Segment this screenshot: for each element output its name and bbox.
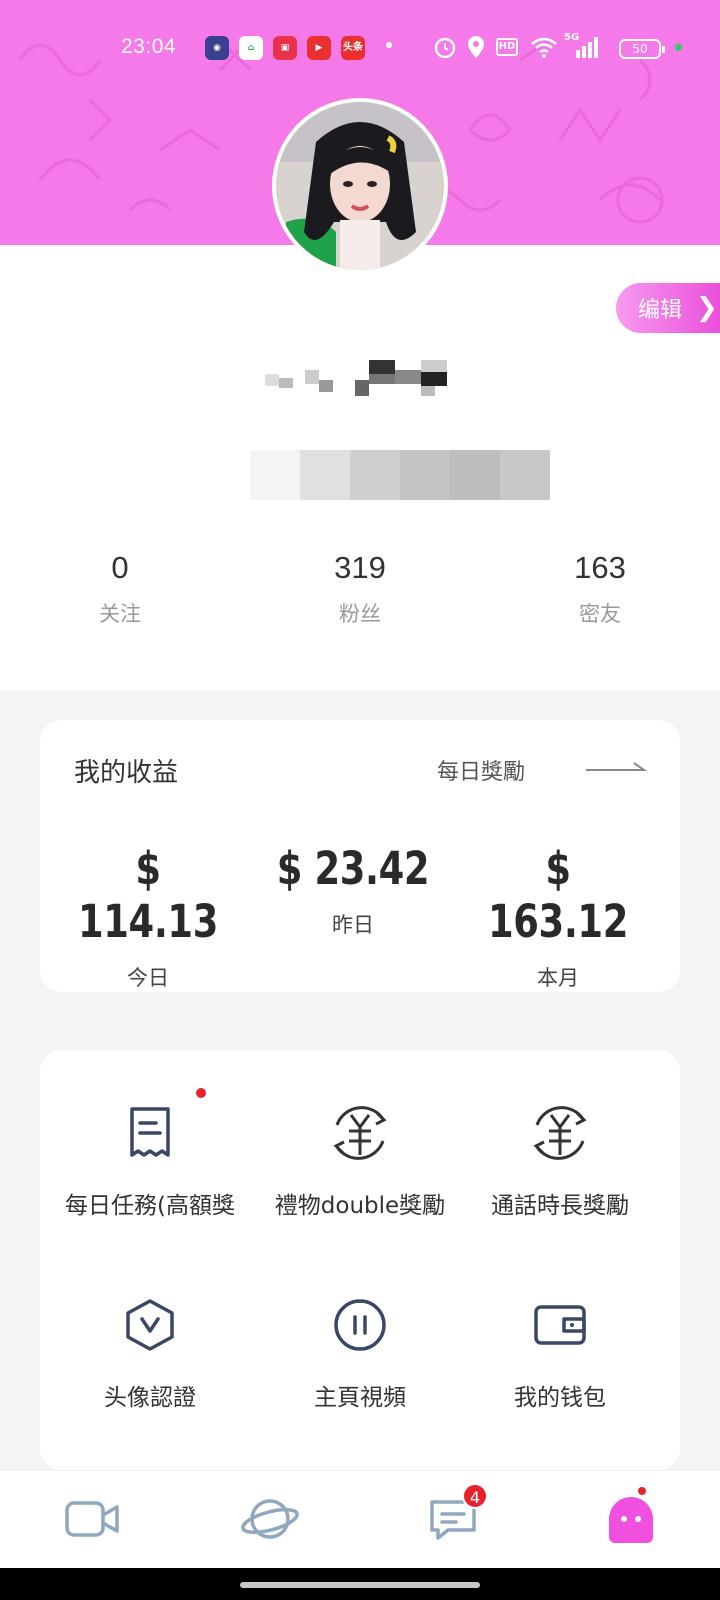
notification-dot [636,1485,648,1497]
menu-daily-tasks[interactable]: 每日任務(高額獎 [40,1088,260,1220]
tab-profile[interactable] [596,1485,666,1549]
stat-fans[interactable]: 319 粉丝 [260,550,460,628]
menu-avatar-verification[interactable]: 头像認證 [40,1290,260,1412]
daily-reward-link[interactable]: 每日獎勵 [437,754,525,786]
tab-discover[interactable] [235,1489,305,1549]
mosaic-cell [300,450,350,500]
planet-icon [241,1499,299,1539]
earnings-value: $ 23.42 [276,842,430,895]
menu-call-duration-reward[interactable]: 通話時長獎勵 [450,1098,670,1220]
earnings-label: 今日 [127,966,169,990]
battery-indicator: 50 [619,39,665,59]
earnings-label: 本月 [537,966,579,990]
menu-homepage-video[interactable]: 主頁視頻 [250,1290,470,1412]
edit-label: 编辑 [638,298,683,323]
edit-profile-button[interactable]: 编辑 ❯ [616,283,720,333]
stat-value: 319 [334,550,386,585]
arrow-right-icon[interactable] [584,760,648,776]
earnings-card: 我的收益 每日獎勵 $ 114.13 今日 $ 23.42 昨日 $ 163.1… [40,720,680,992]
menu-label: 禮物double獎勵 [274,1193,446,1219]
home-app-icon: ⌂ [239,36,263,60]
bottom-tab-bar: 4 [0,1470,720,1568]
menu-label: 通話時長獎勵 [491,1193,629,1219]
chevron-right-icon: ❯ [696,293,718,323]
profile-stats: 0 关注 319 粉丝 163 密友 [0,550,720,640]
earnings-label: 昨日 [332,913,374,937]
menu-label: 主頁視頻 [314,1385,406,1411]
wallet-icon [534,1305,586,1345]
shop-app-icon: ▣ [273,36,297,60]
video-camera-icon [65,1501,119,1537]
news-app-icon: 头条 [341,36,365,60]
avatar-photo [276,102,444,270]
status-bar: 23:04 ◉ ⌂ ▣ ▶ 头条 HD 5G 50 [0,30,720,66]
bio-pixelated [250,450,550,500]
menu-label: 我的钱包 [514,1385,606,1411]
system-navigation-bar [0,1568,720,1600]
earnings-value: $ 163.12 [488,842,628,948]
yuan-exchange-icon [333,1106,387,1160]
earnings-value: $ 114.13 [78,842,218,948]
active-dot [675,44,682,51]
mosaic-cell [450,450,500,500]
menu-label: 头像認證 [104,1385,196,1411]
mosaic-cell [350,450,400,500]
earnings-yesterday: $ 23.42 昨日 [253,842,453,939]
alarm-icon [434,37,456,59]
wifi-icon [531,37,557,58]
stat-label: 关注 [99,602,141,626]
stat-value: 0 [111,550,129,585]
stat-label: 密友 [579,602,621,626]
menu-label: 每日任務(高額獎 [65,1193,235,1219]
mosaic-cell [250,450,300,500]
location-icon [468,36,484,58]
mosaic-cell [500,450,550,500]
signal-icon [576,37,598,58]
tab-video[interactable] [58,1489,128,1549]
camera-app-icon: ◉ [205,36,229,60]
verify-hexagon-icon [126,1299,174,1351]
earnings-title: 我的收益 [74,758,179,788]
earnings-today: $ 114.13 今日 [48,842,248,992]
earnings-month: $ 163.12 本月 [458,842,658,992]
menu-gift-double-reward[interactable]: 禮物double獎勵 [250,1098,470,1220]
video-app-icon: ▶ [307,36,331,60]
notification-dot [196,1088,206,1098]
stat-following[interactable]: 0 关注 [20,550,220,628]
status-time: 23:04 [121,35,177,58]
stat-close-friends[interactable]: 163 密友 [500,550,700,628]
profile-ghost-icon [609,1497,653,1543]
pause-circle-icon [334,1299,386,1351]
stat-label: 粉丝 [339,602,381,626]
features-menu-card: 每日任務(高額獎 禮物double獎勵 通話時長獎勵 头像認證 主頁視頻 我的钱… [40,1050,680,1470]
username-pixelated [265,360,447,396]
home-gesture-handle[interactable] [240,1582,480,1588]
avatar[interactable] [272,98,448,274]
stat-value: 163 [574,550,626,585]
task-receipt-icon [130,1107,170,1157]
yuan-exchange-icon [533,1106,587,1160]
message-badge: 4 [462,1483,488,1509]
more-notifications-dot [386,42,392,48]
menu-my-wallet[interactable]: 我的钱包 [450,1290,670,1412]
mosaic-cell [400,450,450,500]
hd-indicator: HD [496,38,518,56]
tab-messages[interactable]: 4 [418,1483,488,1549]
